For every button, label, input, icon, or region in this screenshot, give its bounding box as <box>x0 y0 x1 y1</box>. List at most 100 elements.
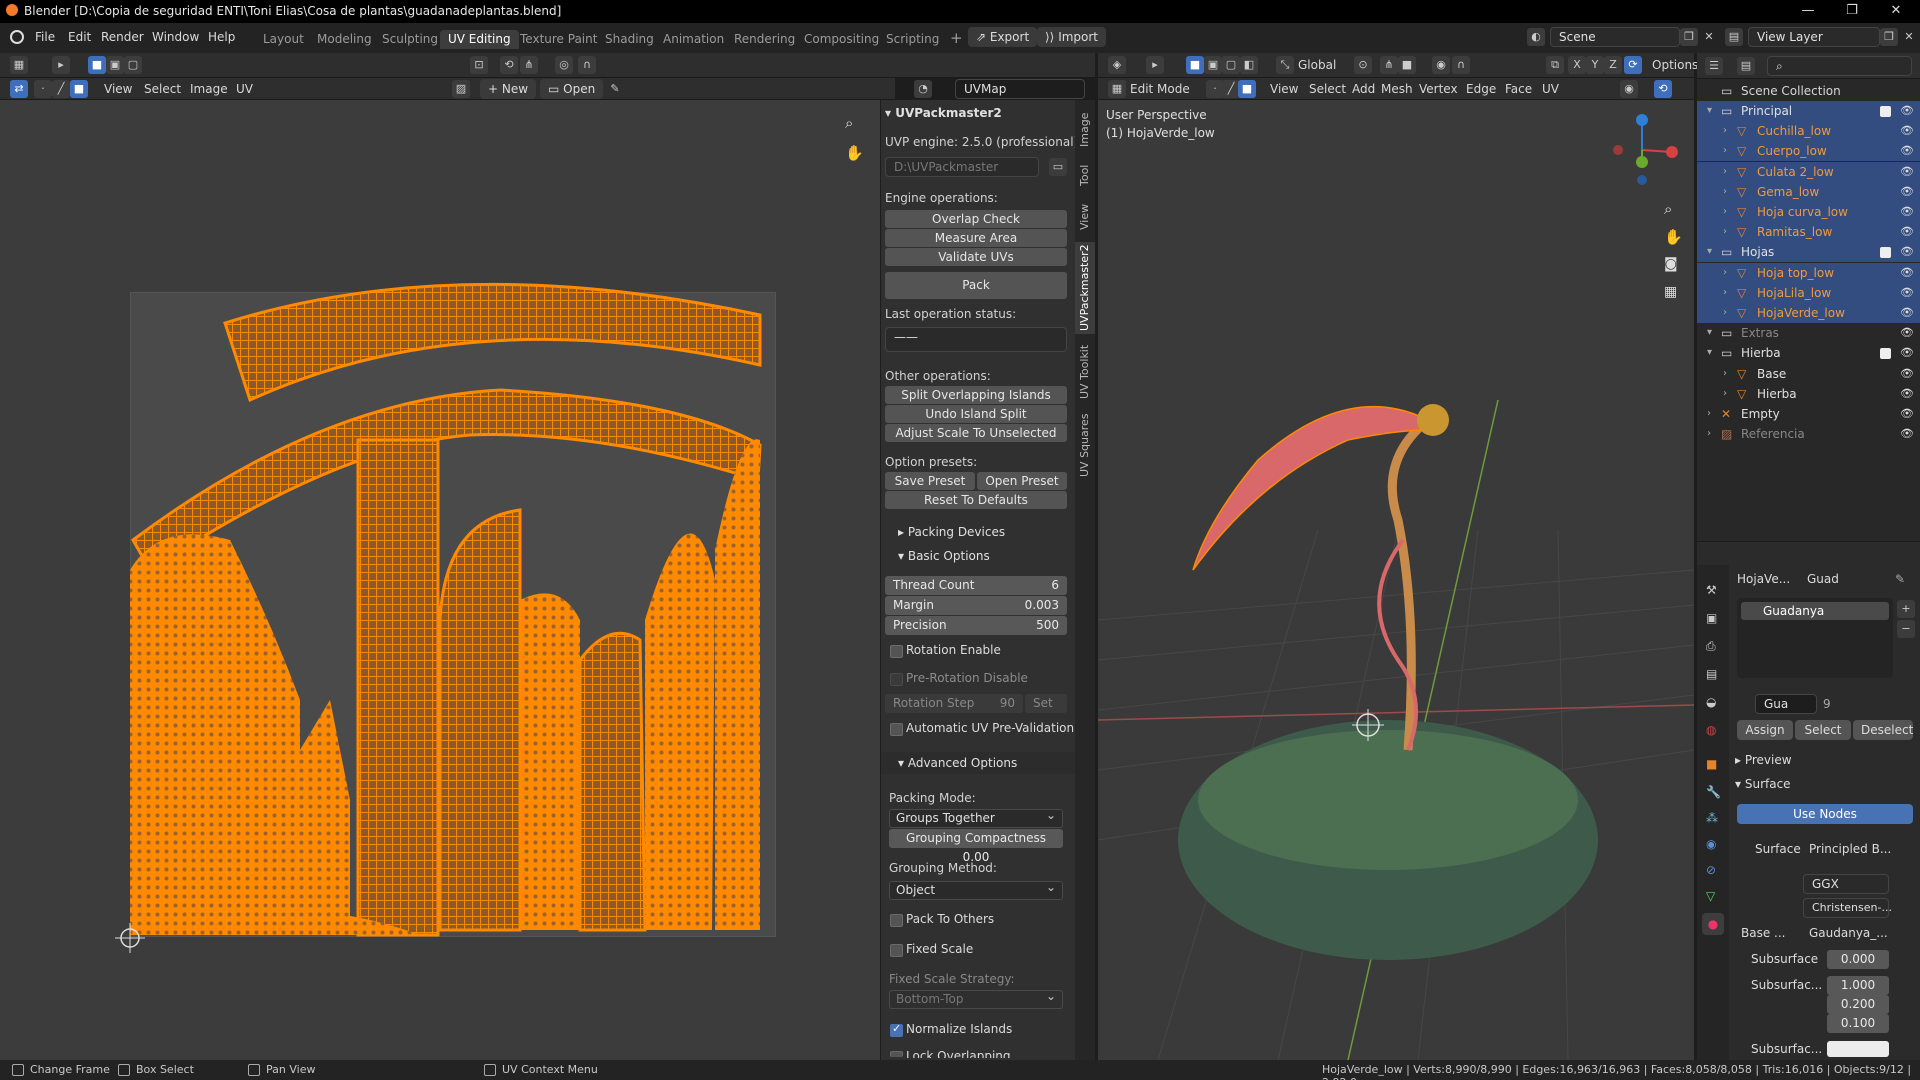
advanced-options-section[interactable]: ▾ Advanced Options <box>898 756 1017 770</box>
eye-icon[interactable]: 👁 <box>1900 121 1914 141</box>
open-preset-button[interactable]: Open Preset <box>977 472 1067 490</box>
outliner-row-ramitas-low[interactable]: › ▽ Ramitas_low 👁 <box>1697 222 1920 243</box>
select-tool-icon[interactable]: ▸ <box>52 56 70 74</box>
render-tab-icon[interactable]: ▣ <box>1706 611 1717 625</box>
pack-to-others-checkbox[interactable] <box>890 914 903 927</box>
engine-path-input[interactable]: D:\UVPackmaster <box>885 157 1039 177</box>
new-image-button[interactable]: + New <box>480 79 537 99</box>
normalize-islands-checkbox[interactable] <box>890 1022 903 1037</box>
viewport-snap-icon[interactable]: ⋔ <box>1380 56 1398 74</box>
expand-arrow-icon[interactable]: ▾ <box>1707 242 1712 262</box>
viewport-menu-edge[interactable]: Edge <box>1466 82 1496 96</box>
subsurface-value-field[interactable]: 0.000 <box>1827 950 1889 969</box>
tab-layout[interactable]: Layout <box>255 30 312 49</box>
outliner-row-extras[interactable]: ▾ ▭ Extras 👁 <box>1697 323 1920 343</box>
base-color-texture-field[interactable]: Gaudanya_... <box>1809 926 1888 940</box>
select-mode-subtract-icon[interactable]: ▢ <box>124 56 142 74</box>
expand-arrow-icon[interactable]: › <box>1707 404 1711 424</box>
expand-arrow-icon[interactable]: › <box>1723 263 1727 283</box>
fixed-scale-checkbox[interactable] <box>890 944 903 957</box>
lock-overlapping-checkbox[interactable] <box>890 1051 903 1057</box>
tab-shading[interactable]: Shading <box>597 30 662 49</box>
open-image-button[interactable]: ▭ Open <box>540 79 604 99</box>
material-tab-icon[interactable]: ● <box>1702 913 1724 935</box>
3d-viewport[interactable]: User Perspective (1) HojaVerde_low ⌕ ✋ ◙… <box>1098 100 1694 1060</box>
material-name-breadcrumb[interactable]: Guad <box>1807 572 1839 586</box>
uv-sync-selection-icon[interactable]: ⇄ <box>10 80 28 98</box>
grouping-compactness-field[interactable]: Grouping Compactness 0.00 <box>889 829 1063 864</box>
eye-icon[interactable]: 👁 <box>1900 303 1914 323</box>
view-layer-tab-icon[interactable]: ▤ <box>1706 667 1717 681</box>
eye-icon[interactable]: 👁 <box>1900 101 1914 121</box>
subsurface-radius-x[interactable]: 1.000 <box>1827 976 1889 995</box>
viewport-menu-mesh[interactable]: Mesh <box>1381 82 1413 96</box>
viewport-select-tool-icon[interactable]: ▸ <box>1146 56 1164 74</box>
adjust-scale-button[interactable]: Adjust Scale To Unselected <box>885 424 1067 442</box>
outliner-row-cuerpo-low[interactable]: › ▽ Cuerpo_low 👁 <box>1697 141 1920 162</box>
proportional-edit-icon[interactable]: ◎ <box>555 56 573 74</box>
subsurface-method-select[interactable]: Christensen-... <box>1803 898 1892 918</box>
world-tab-icon[interactable]: ◍ <box>1706 723 1716 737</box>
surface-shader-field[interactable]: Principled B... <box>1809 842 1891 856</box>
expand-arrow-icon[interactable]: › <box>1723 364 1727 384</box>
outliner-row-hojalila-low[interactable]: › ▽ HojaLila_low 👁 <box>1697 282 1920 303</box>
edit-mode-icon[interactable]: ▦ <box>1108 80 1126 98</box>
rotation-step-field[interactable]: Rotation Step 90 <box>885 694 1023 713</box>
new-view-layer-icon[interactable]: ❐ <box>1880 28 1898 46</box>
sidebar-tab-uv-toolkit[interactable]: UV Toolkit <box>1075 340 1095 404</box>
pin-properties-icon[interactable]: ✎ <box>1895 572 1905 586</box>
viewport-menu-view[interactable]: View <box>1270 82 1298 96</box>
vertex-select-icon[interactable]: · <box>34 80 52 98</box>
visibility-icon[interactable]: ◉ <box>1620 80 1638 98</box>
eye-icon[interactable]: 👁 <box>1900 343 1914 363</box>
sidebar-tab-uv-squares[interactable]: UV Squares <box>1075 410 1095 480</box>
uvpackmaster-title[interactable]: ▾ UVPackmaster2 <box>885 106 1002 120</box>
uv-editor-canvas[interactable]: ⌕ ✋ <box>0 100 880 1060</box>
mirror-options-icon[interactable]: ⧉ <box>1546 56 1564 74</box>
eye-icon[interactable]: 👁 <box>1900 263 1914 283</box>
scene-collection-row[interactable]: ▭ Scene Collection <box>1697 81 1920 101</box>
basic-options-section[interactable]: ▾ Basic Options <box>898 549 990 563</box>
display-mode-icon[interactable]: ▤ <box>1737 57 1755 75</box>
tab-modeling[interactable]: Modeling <box>309 30 380 49</box>
maximize-icon[interactable]: ❐ <box>1830 0 1874 23</box>
editor-type-icon[interactable]: ▦ <box>10 56 28 74</box>
import-button[interactable]: ⟩⟩ Import <box>1037 27 1107 47</box>
add-workspace-button[interactable]: + <box>942 27 971 47</box>
thread-count-field[interactable]: Thread Count 6 <box>885 576 1067 595</box>
edge-select-icon[interactable]: ╱ <box>52 80 70 98</box>
camera-icon[interactable]: ◙ <box>1664 256 1678 272</box>
menu-help[interactable]: Help <box>208 30 235 44</box>
delete-view-layer-icon[interactable]: ✕ <box>1900 28 1918 46</box>
tab-compositing[interactable]: Compositing <box>796 30 887 49</box>
expand-arrow-icon[interactable]: › <box>1723 162 1727 182</box>
pre-rotation-checkbox[interactable] <box>890 673 903 686</box>
select-mode-new-icon[interactable]: ■ <box>88 56 106 74</box>
outliner-row-hojaverde-low[interactable]: › ▽ HojaVerde_low 👁 <box>1697 303 1920 323</box>
output-tab-icon[interactable]: ⎙ <box>1706 639 1716 654</box>
eye-icon[interactable]: 👁 <box>1900 323 1914 343</box>
eye-icon[interactable]: 👁 <box>1900 364 1914 384</box>
view-layer-icon[interactable]: ▤ <box>1725 28 1743 46</box>
new-scene-icon[interactable]: ❐ <box>1680 28 1698 46</box>
material-field[interactable]: Gua <box>1755 694 1817 714</box>
auto-merge-icon[interactable]: ⟳ <box>1624 56 1642 74</box>
packing-devices-section[interactable]: ▸ Packing Devices <box>898 525 1005 539</box>
exclude-checkbox[interactable] <box>1880 348 1891 360</box>
outliner-row-referencia[interactable]: › ▨ Referencia 👁 <box>1697 424 1920 444</box>
rotation-step-set-button[interactable]: Set <box>1025 694 1067 713</box>
eye-icon[interactable]: 👁 <box>1900 424 1914 444</box>
expand-arrow-icon[interactable]: › <box>1707 424 1711 444</box>
viewport-menu-uv[interactable]: UV <box>1542 82 1559 96</box>
blender-menu-icon[interactable] <box>10 30 24 44</box>
uv-menu-select[interactable]: Select <box>144 82 181 96</box>
navigation-gizmo[interactable] <box>1598 110 1688 190</box>
expand-arrow-icon[interactable]: › <box>1723 141 1727 161</box>
eye-icon[interactable]: 👁 <box>1900 384 1914 404</box>
transform-orientation-select[interactable]: Global <box>1298 58 1336 72</box>
uv-menu-view[interactable]: View <box>104 82 132 96</box>
remove-material-slot-icon[interactable]: − <box>1897 620 1915 638</box>
scene-field[interactable]: Scene <box>1550 27 1680 47</box>
viewport-editor-type-icon[interactable]: ◈ <box>1108 56 1126 74</box>
viewport-pan-icon[interactable]: ✋ <box>1664 228 1683 246</box>
